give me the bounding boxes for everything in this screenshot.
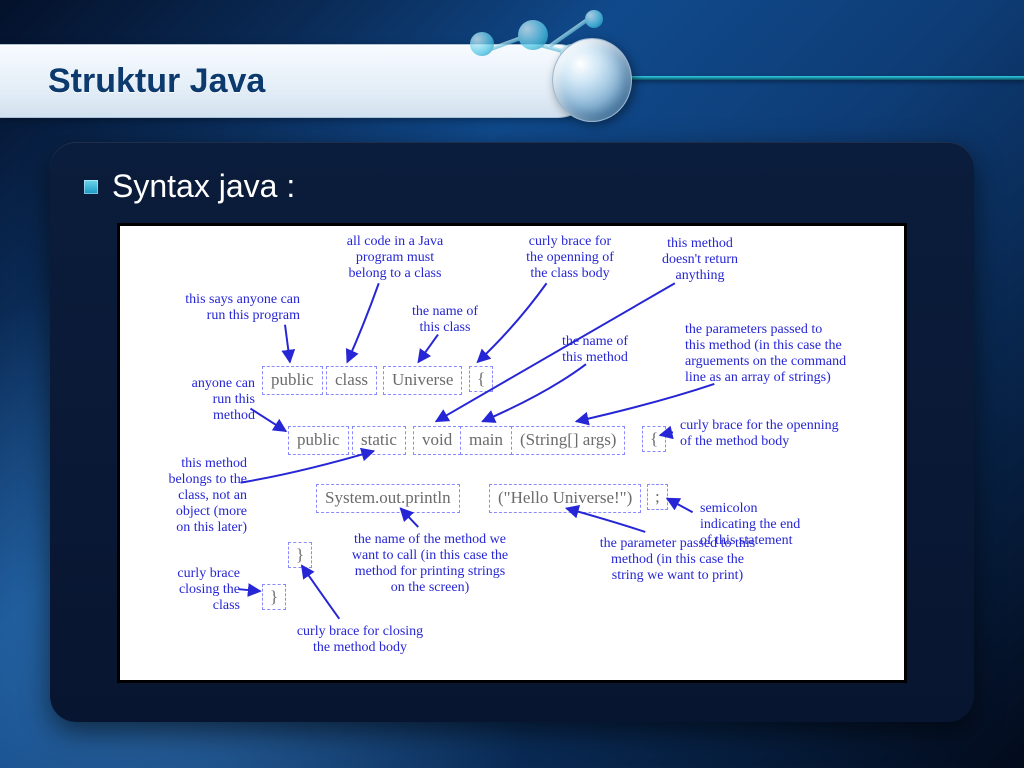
token-close-class-brace: }: [262, 584, 286, 610]
title-rule: [595, 76, 1024, 80]
token-class: class: [326, 366, 377, 395]
token-public-2: public: [288, 426, 349, 455]
title-knob: [552, 38, 632, 122]
ann-hello-param: the parameter passed to this method (in …: [570, 536, 785, 584]
bullet-row: Syntax java :: [84, 168, 940, 205]
title-banner: Struktur Java: [0, 28, 1024, 124]
ann-close-class-brace: curly brace closing the class: [140, 566, 240, 614]
token-static: static: [352, 426, 406, 455]
ann-open-method-body: curly brace for the openning of the meth…: [680, 418, 895, 450]
token-main: main: [460, 426, 512, 455]
slide-title: Struktur Java: [48, 62, 265, 101]
bullet-text: Syntax java :: [112, 168, 295, 205]
ann-name-of-class: the name of this class: [390, 304, 500, 336]
java-syntax-diagram: public class Universe { public static vo…: [120, 226, 904, 680]
content-card: Syntax java : public class Universe { pu…: [50, 142, 974, 722]
token-universe: Universe: [383, 366, 462, 395]
token-hello: ("Hello Universe!"): [489, 484, 641, 513]
ann-open-class-body: curly brace for the openning of the clas…: [500, 234, 640, 282]
token-open-class-brace: {: [469, 366, 493, 392]
token-println: System.out.println: [316, 484, 460, 513]
token-void: void: [413, 426, 461, 455]
token-close-method-brace: }: [288, 542, 312, 568]
token-semicolon: ;: [647, 484, 668, 510]
ann-belongs-to-class: this method belongs to the class, not an…: [132, 456, 247, 536]
ann-println-explain: the name of the method we want to call (…: [320, 532, 540, 596]
token-public-1: public: [262, 366, 323, 395]
ann-anyone-run-program: this says anyone can run this program: [150, 292, 300, 324]
bullet-icon: [84, 180, 98, 194]
ann-anyone-run-method: anyone can run this method: [160, 376, 255, 424]
ann-all-code-in-class: all code in a Java program must belong t…: [320, 234, 470, 282]
ann-params-passed: the parameters passed to this method (in…: [685, 322, 900, 386]
ann-close-method-brace: curly brace for closing the method body: [260, 624, 460, 656]
token-params: (String[] args): [511, 426, 625, 455]
title-tab: Struktur Java: [0, 44, 595, 118]
token-open-method-brace: {: [642, 426, 666, 452]
diagram-frame: public class Universe { public static vo…: [117, 223, 907, 683]
ann-name-of-method: the name of this method: [540, 334, 650, 366]
ann-void-no-return: this method doesn't return anything: [645, 236, 755, 284]
